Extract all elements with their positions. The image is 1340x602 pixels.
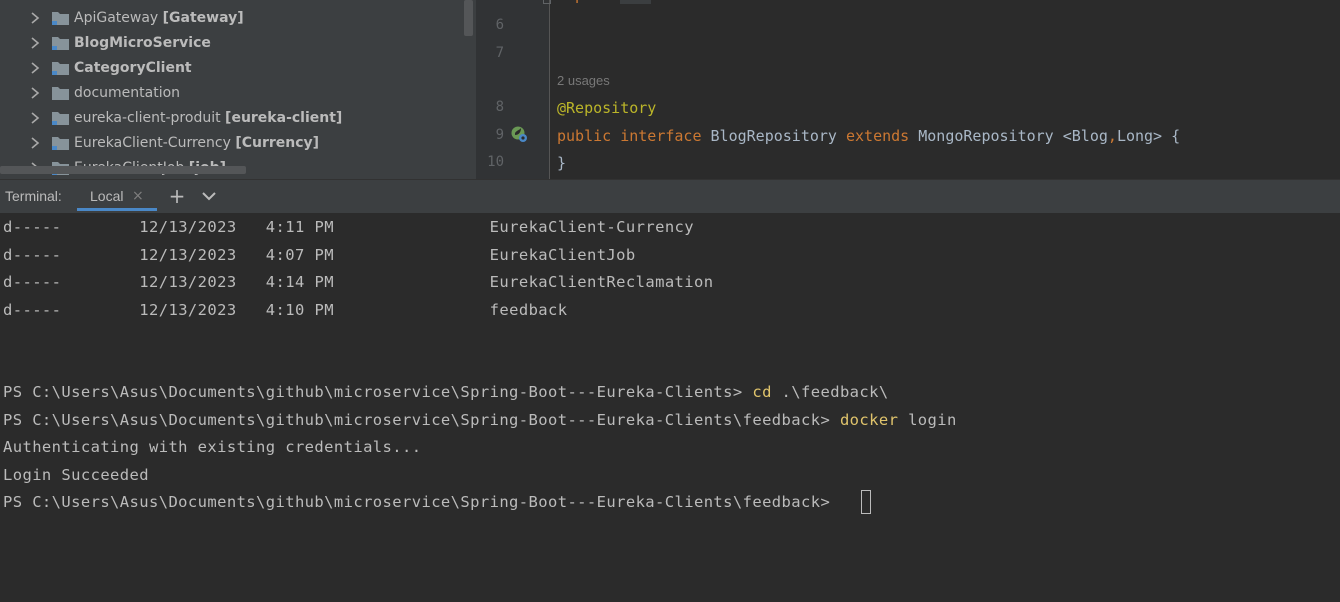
code-line-import: import ... [557,0,652,4]
chevron-right-icon[interactable] [28,36,42,50]
terminal-cursor[interactable] [861,490,871,514]
tree-item-eurekaclient-currency[interactable]: EurekaClient-Currency [Currency] [0,130,476,155]
line-number: 10 [487,154,504,170]
fold-marker-icon[interactable] [543,0,551,4]
chevron-down-icon[interactable] [200,187,218,205]
line-number: 7 [495,45,504,61]
chevron-right-icon[interactable] [28,86,42,100]
dir-listing-row: d----- 12/13/2023 4:11 PM EurekaClient-C… [3,218,695,236]
code-line-declaration: public interface BlogRepository extends … [557,127,1181,145]
tab-label: Local [90,188,124,204]
chevron-right-icon[interactable] [28,11,42,25]
vertical-scrollbar-thumb[interactable] [464,0,473,36]
terminal-output[interactable]: d----- 12/13/2023 4:11 PM EurekaClient-C… [0,213,1340,602]
chevron-right-icon[interactable] [28,136,42,150]
tree-item-documentation[interactable]: documentation [0,80,476,105]
code-line-annotation: @Repository [557,99,657,117]
tree-item-label: EurekaClient-Currency [Currency] [74,134,320,151]
chevron-right-icon[interactable] [28,111,42,125]
tree-item-blogmicroservice[interactable]: BlogMicroService [0,30,476,55]
tree-item-label: BlogMicroService [74,34,211,51]
gutter-divider [549,0,550,179]
code-line-closing: } [557,154,567,172]
terminal-output-line: Login Succeeded [3,466,149,484]
project-tree: › ApiGateway [Gateway] BlogMicroService … [0,0,476,179]
terminal-prompt-line: PS C:\Users\Asus\Documents\github\micros… [3,493,840,511]
tree-item-label: ApiGateway [Gateway] [74,9,244,26]
top-area: › ApiGateway [Gateway] BlogMicroService … [0,0,1340,179]
tree-item-label: documentation [74,84,181,101]
usages-hint[interactable]: 2 usages [557,73,610,88]
folded-import-region[interactable]: ... [620,0,652,4]
tab-local[interactable]: Local × [77,180,157,212]
tree-item-categoryclient[interactable]: CategoryClient [0,55,476,80]
close-icon[interactable]: × [132,188,144,204]
line-number: 9 [495,127,504,143]
spring-bean-icon[interactable] [510,125,528,143]
terminal-command-line: PS C:\Users\Asus\Documents\github\micros… [3,411,957,429]
horizontal-scrollbar-thumb[interactable] [0,166,246,174]
line-number: 6 [495,17,504,33]
terminal-output-line: Authenticating with existing credentials… [3,438,422,456]
dir-listing-row: d----- 12/13/2023 4:07 PM EurekaClientJo… [3,246,636,264]
module-folder-icon [52,61,69,75]
folder-icon [52,86,69,100]
module-folder-icon [52,11,69,25]
line-number: 5 [476,0,504,4]
line-number: 8 [495,99,504,115]
tree-item-apigateway[interactable]: ApiGateway [Gateway] [0,5,476,30]
new-tab-button[interactable]: + [167,185,187,207]
module-folder-icon [52,111,69,125]
terminal-command-line: PS C:\Users\Asus\Documents\github\micros… [3,383,889,401]
dir-listing-row: d----- 12/13/2023 4:10 PM feedback [3,301,568,319]
module-folder-icon [52,36,69,50]
tree-item-label: CategoryClient [74,59,192,76]
terminal-tab-bar: Terminal: Local × + [0,179,1340,213]
chevron-right-icon[interactable] [28,61,42,75]
tree-item-label: eureka-client-produit [eureka-client] [74,109,343,126]
terminal-title: Terminal: [5,188,62,204]
active-tab-indicator [77,208,157,211]
dir-listing-row: d----- 12/13/2023 4:14 PM EurekaClientRe… [3,273,714,291]
module-folder-icon [52,136,69,150]
tree-item-eureka-client-produit[interactable]: eureka-client-produit [eureka-client] [0,105,476,130]
